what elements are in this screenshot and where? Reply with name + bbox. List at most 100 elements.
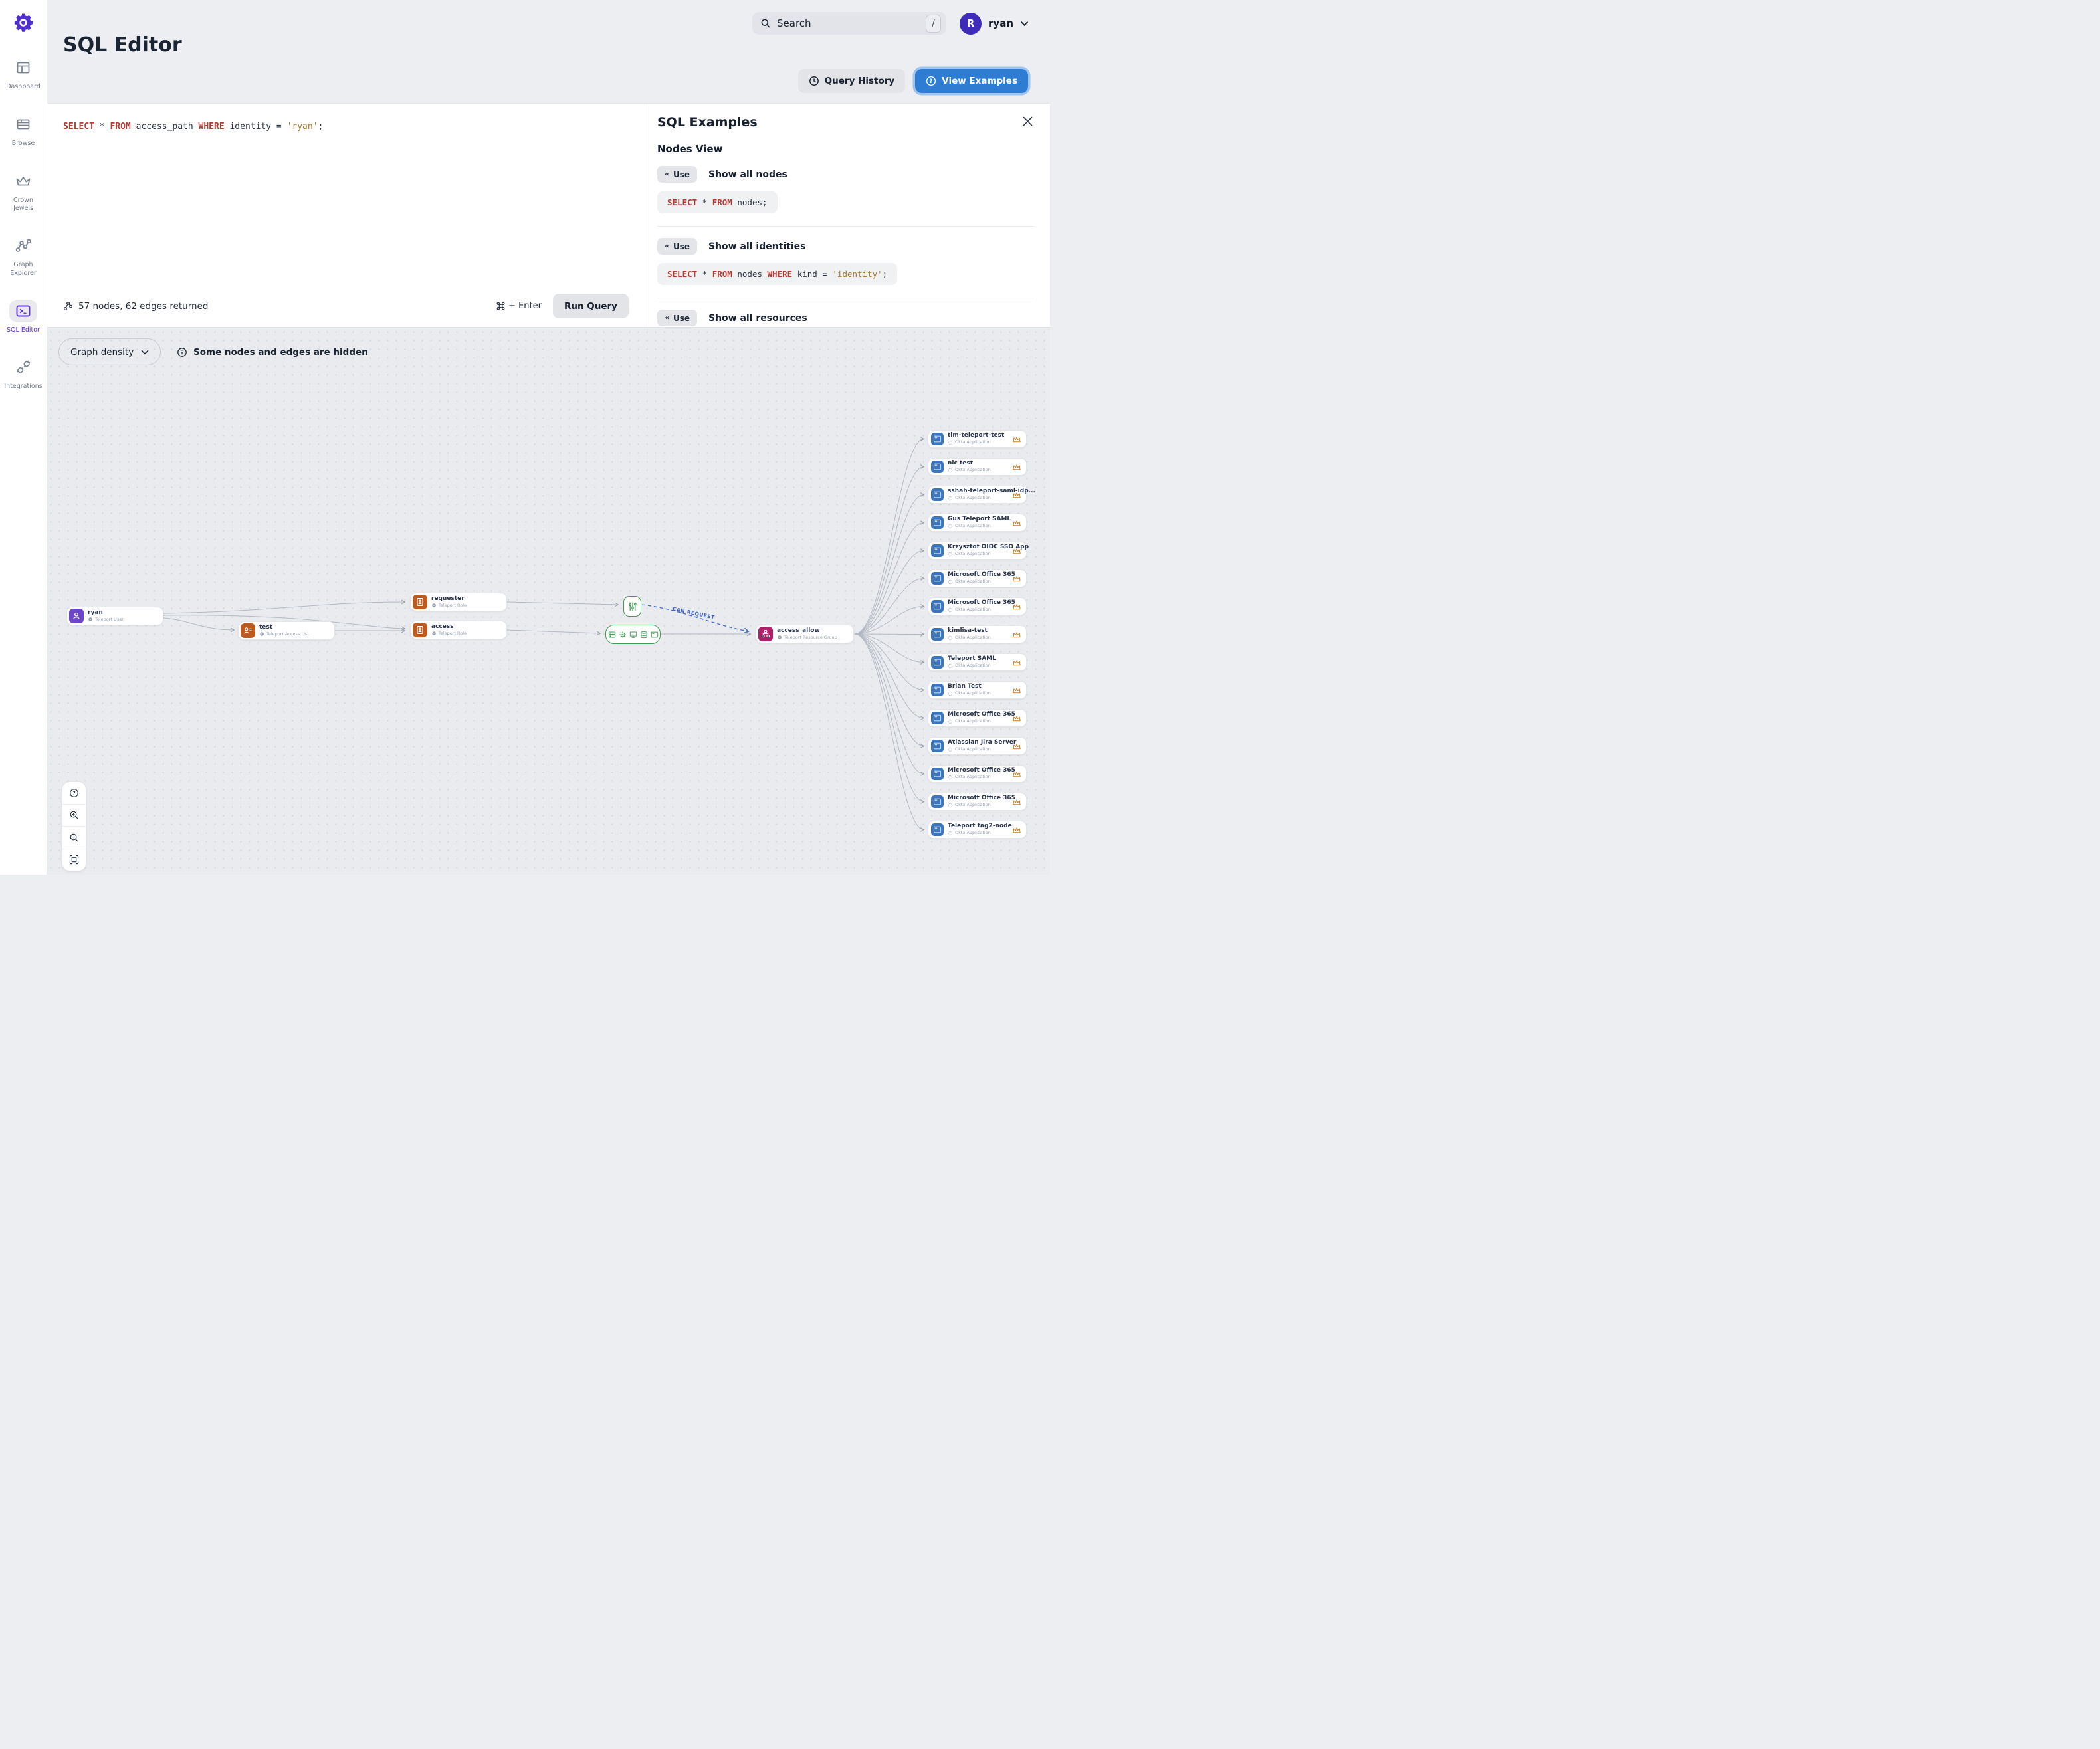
graph-node-okta-app[interactable]: Teleport tag2-node Okta Application	[928, 821, 1027, 839]
graph-node-okta-app[interactable]: kimlisa-test Okta Application	[928, 625, 1027, 643]
example-code[interactable]: SELECT * FROM nodes WHERE kind = 'identi…	[657, 263, 898, 285]
sql-editor-icon	[9, 300, 37, 322]
okta-icon	[948, 607, 953, 613]
sql-examples-panel: SQL Examples Nodes View «Use Show all no…	[645, 104, 1050, 327]
crown-jewel-icon[interactable]	[1012, 631, 1021, 639]
graph-node-okta-app[interactable]: Microsoft Office 365 Okta Application	[928, 793, 1027, 811]
app-window-icon	[931, 656, 944, 669]
graph-node-okta-app[interactable]: tim-teleport-test Okta Application	[928, 430, 1027, 448]
view-examples-button[interactable]: ? View Examples	[915, 69, 1028, 93]
gear-icon	[432, 603, 437, 608]
crown-jewel-icon[interactable]	[1012, 742, 1021, 750]
teleport-logo-icon[interactable]	[11, 11, 35, 35]
use-example-button[interactable]: «Use	[657, 310, 697, 326]
crown-jewel-icon[interactable]	[1012, 519, 1021, 527]
sidebar-item-graph-explorer[interactable]: Graph Explorer	[1, 235, 45, 278]
example-label: Show all resources	[708, 312, 807, 324]
app-root: Dashboard Browse Crown Jewels Graph Expl…	[0, 0, 1050, 874]
crown-jewel-icon[interactable]	[1012, 826, 1021, 834]
crown-jewel-icon[interactable]	[1012, 575, 1021, 583]
topbar: Search / R ryan	[752, 12, 1029, 35]
graph-node-test[interactable]: test Teleport Access List	[238, 621, 335, 640]
okta-icon	[948, 663, 953, 669]
graph-canvas[interactable]: Graph density Some nodes and edges are h…	[47, 327, 1050, 874]
crown-jewel-icon[interactable]	[1012, 686, 1021, 694]
graph-node-okta-app[interactable]: Krzysztof OIDC SSO App Okta Application	[928, 542, 1029, 560]
graph-node-okta-app[interactable]: nic test Okta Application	[928, 458, 1027, 476]
example-code[interactable]: SELECT * FROM nodes;	[657, 191, 778, 213]
sql-query-text[interactable]: SELECT * FROM access_path WHERE identity…	[63, 122, 645, 132]
search-input[interactable]: Search /	[752, 12, 947, 35]
help-button[interactable]: ?	[62, 782, 86, 804]
role-badge-icon	[413, 595, 427, 609]
graph-node-request-filter[interactable]	[623, 596, 641, 617]
gear-icon	[432, 631, 437, 636]
graph-node-ryan[interactable]: ryan Teleport User	[66, 607, 163, 625]
graph-edges: CAN REQUEST	[163, 328, 1050, 874]
crown-jewel-icon[interactable]	[1012, 547, 1021, 555]
okta-icon	[948, 468, 953, 473]
app-window-icon	[931, 684, 944, 696]
graph-node-resource-kinds[interactable]	[605, 625, 661, 644]
edge-label-can-request: CAN REQUEST	[672, 606, 716, 621]
sidebar-item-browse[interactable]: Browse	[1, 114, 45, 148]
zoom-in-button[interactable]	[62, 803, 86, 827]
access-list-icon	[241, 623, 255, 638]
graph-node-okta-app[interactable]: Microsoft Office 365 Okta Application	[928, 597, 1027, 615]
graph-node-okta-app[interactable]: sshah-teleport-saml-idp... Okta Applicat…	[928, 486, 1035, 504]
sidebar-item-label: Crown Jewels	[13, 196, 33, 213]
app-window-icon	[931, 795, 944, 808]
graph-node-okta-app[interactable]: Gus Teleport SAML Okta Application	[928, 514, 1027, 532]
okta-icon	[948, 831, 953, 836]
sidebar-item-label: Integrations	[4, 383, 43, 391]
svg-text:?: ?	[72, 790, 75, 796]
graph-node-requester[interactable]: requester Teleport Role	[410, 593, 507, 611]
graph-node-okta-app[interactable]: Microsoft Office 365 Okta Application	[928, 765, 1027, 783]
app-window-icon	[931, 768, 944, 780]
zoom-out-button[interactable]	[62, 826, 86, 849]
use-example-button[interactable]: «Use	[657, 166, 697, 183]
fit-view-button[interactable]	[62, 848, 86, 871]
search-placeholder: Search	[777, 17, 811, 29]
okta-icon	[948, 579, 953, 585]
query-result-status: 57 nodes, 62 edges returned	[63, 301, 208, 312]
sidebar-item-sql-editor[interactable]: SQL Editor	[1, 300, 45, 334]
command-key-icon	[496, 302, 505, 310]
sql-editor-pane[interactable]: SELECT * FROM access_path WHERE identity…	[47, 104, 645, 327]
run-query-button[interactable]: Run Query	[552, 294, 629, 318]
sidebar-item-label: Dashboard	[6, 83, 41, 90]
app-window-icon	[931, 600, 944, 613]
graph-node-okta-app[interactable]: Atlassian Jira Server Okta Application	[928, 737, 1027, 755]
role-badge-icon	[413, 623, 427, 637]
sidebar-item-integrations[interactable]: Integrations	[1, 357, 45, 391]
graph-node-access-allow[interactable]: access_allow Teleport Resource Group	[756, 625, 854, 643]
user-menu[interactable]: R ryan	[960, 12, 1029, 35]
sidebar-item-crown-jewels[interactable]: Crown Jewels	[1, 171, 45, 213]
crown-jewel-icon[interactable]	[1012, 603, 1021, 611]
crown-jewel-icon[interactable]	[1012, 435, 1021, 443]
app-window-icon	[931, 516, 944, 529]
example-row: «Use Show all identities	[657, 238, 1034, 255]
server-icon	[608, 631, 616, 639]
crown-jewel-icon[interactable]	[1012, 770, 1021, 778]
use-example-button[interactable]: «Use	[657, 238, 697, 255]
graph-node-access[interactable]: access Teleport Role	[410, 621, 507, 639]
sidebar-item-dashboard[interactable]: Dashboard	[1, 57, 45, 91]
crown-jewel-icon[interactable]	[1012, 659, 1021, 667]
okta-icon	[948, 552, 953, 557]
close-icon[interactable]	[1023, 116, 1033, 126]
crown-jewel-icon[interactable]	[1012, 798, 1021, 806]
okta-icon	[948, 496, 953, 501]
graph-node-okta-app[interactable]: Brian Test Okta Application	[928, 681, 1027, 699]
editor-status-bar: 57 nodes, 62 edges returned + Enter Run …	[63, 294, 629, 318]
graph-node-okta-app[interactable]: Microsoft Office 365 Okta Application	[928, 569, 1027, 587]
kubernetes-helm-icon	[619, 631, 627, 639]
graph-node-okta-app[interactable]: Microsoft Office 365 Okta Application	[928, 709, 1027, 727]
crown-jewel-icon[interactable]	[1012, 463, 1021, 471]
query-history-button[interactable]: Query History	[797, 69, 906, 93]
crown-jewel-icon[interactable]	[1012, 491, 1021, 499]
app-window-icon	[931, 740, 944, 752]
crown-jewel-icon[interactable]	[1012, 714, 1021, 722]
okta-icon	[948, 691, 953, 696]
graph-node-okta-app[interactable]: Teleport SAML Okta Application	[928, 653, 1027, 671]
